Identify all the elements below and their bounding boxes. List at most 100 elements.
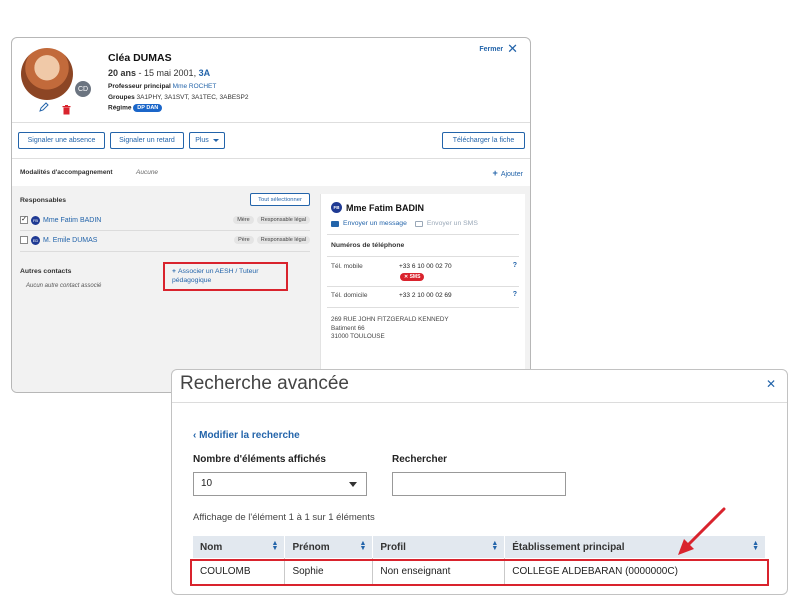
select-all-button[interactable]: Tout sélectionner xyxy=(250,193,310,206)
count-value: 10 xyxy=(201,478,213,489)
add-label: Ajouter xyxy=(500,171,523,178)
add-modalite-button[interactable]: + Ajouter xyxy=(493,168,523,178)
column-header-nom[interactable]: Nom ▲ ▼ xyxy=(193,536,286,558)
more-dropdown-button[interactable]: Plus xyxy=(189,132,225,149)
role-badge: Mère xyxy=(233,216,254,224)
modalites-label: Modalités d'accompagnement xyxy=(20,169,113,176)
responsable-name[interactable]: Mme Fatim BADIN xyxy=(43,217,230,224)
chevron-down-icon xyxy=(349,482,357,487)
envelope-icon xyxy=(331,220,339,227)
aesh-label-line1: Associer un AESH / Tuteur xyxy=(177,268,259,275)
associate-aesh-button[interactable]: + Associer un AESH / Tuteur pédagogique xyxy=(163,262,288,291)
home-label: Tél. domicile xyxy=(331,292,368,299)
row-highlight-box xyxy=(190,559,769,586)
send-message-label: Envoyer un message xyxy=(343,220,407,227)
other-contacts-empty: Aucun autre contact associé xyxy=(26,283,102,289)
results-summary: Affichage de l'élément 1 à 1 sur 1 éléme… xyxy=(193,512,375,523)
close-icon: ✕ xyxy=(507,41,518,56)
student-photo xyxy=(21,48,73,100)
modalites-value: Aucune xyxy=(136,169,159,176)
report-late-button[interactable]: Signaler un retard xyxy=(110,132,184,149)
sort-icon: ▲ ▼ xyxy=(752,540,759,552)
regime-label: Régime xyxy=(108,104,132,112)
divider xyxy=(327,307,519,308)
modal-title: Recherche avancée xyxy=(180,373,349,394)
responsable-checkbox[interactable] xyxy=(20,236,28,244)
edit-icon[interactable] xyxy=(39,102,49,112)
close-icon[interactable]: ✕ xyxy=(766,377,776,391)
address-line: 269 RUE JOHN FITZGERALD KENNEDY xyxy=(331,316,449,323)
sms-badge-label: SMS xyxy=(409,274,421,280)
send-sms-label: Envoyer un SMS xyxy=(426,220,478,227)
responsable-row[interactable]: ED M. Emile DUMAS Père Responsable légal xyxy=(20,231,310,249)
modify-search-link[interactable]: ‹ Modifier la recherche xyxy=(193,430,300,441)
responsables-title: Responsables xyxy=(20,197,67,204)
delete-icon[interactable] xyxy=(62,102,72,115)
divider xyxy=(327,256,519,257)
column-label: Établissement principal xyxy=(512,541,625,553)
aesh-label-line2: pédagogique xyxy=(172,277,212,284)
student-birth: - 15 mai 2001, xyxy=(136,68,199,78)
student-class-link[interactable]: 3A xyxy=(199,68,211,78)
regime-badge: DP DAN xyxy=(133,104,163,112)
plus-icon: + xyxy=(172,268,176,275)
download-sheet-button[interactable]: Télécharger la fiche xyxy=(442,132,525,149)
divider xyxy=(20,251,310,252)
contact-actions: Envoyer un message Envoyer un SMS xyxy=(331,220,478,227)
status-badge: Responsable légal xyxy=(256,236,310,244)
responsable-checkbox[interactable]: ✓ xyxy=(20,216,28,224)
groups-label: Groupes xyxy=(108,94,135,101)
column-label: Nom xyxy=(200,541,223,553)
student-age-line: 20 ans - 15 mai 2001, 3A xyxy=(108,68,210,78)
role-badge: Père xyxy=(234,236,254,244)
contacts-section: Responsables Tout sélectionner ✓ FB Mme … xyxy=(12,186,530,392)
student-name: Cléa DUMAS xyxy=(108,52,172,64)
sms-icon xyxy=(414,220,423,227)
divider xyxy=(12,122,530,123)
column-header-prenom[interactable]: Prénom ▲ ▼ xyxy=(284,536,374,558)
search-input[interactable] xyxy=(392,472,566,496)
other-contacts-title: Autres contacts xyxy=(20,268,72,275)
annotation-arrow-icon xyxy=(678,507,726,555)
close-card-button[interactable]: Fermer ✕ xyxy=(479,41,518,57)
avatar: FB xyxy=(31,215,40,225)
count-select[interactable]: 10 xyxy=(193,472,367,496)
groups-line: Groupes 3A1PHY, 3A1SVT, 3A1TEC, 3ABESP2 xyxy=(108,94,248,101)
sort-icon: ▲ ▼ xyxy=(359,540,367,552)
help-icon[interactable]: ? xyxy=(513,291,517,298)
prof-value[interactable]: Mme ROCHET xyxy=(173,83,217,90)
more-label: Plus xyxy=(195,137,209,144)
sort-icon: ▲ ▼ xyxy=(271,540,279,552)
advanced-search-modal: Recherche avancée ✕ ‹ Modifier la recher… xyxy=(171,369,788,595)
prof-line: Professeur principal Mme ROCHET xyxy=(108,83,216,90)
chevron-down-icon xyxy=(212,139,219,142)
avatar: ED xyxy=(31,235,40,245)
help-icon[interactable]: ? xyxy=(513,262,517,269)
report-absence-button[interactable]: Signaler une absence xyxy=(18,132,105,149)
mobile-value: +33 6 10 00 02 70 xyxy=(399,263,452,270)
plus-icon: + xyxy=(492,168,498,178)
send-sms-button[interactable]: Envoyer un SMS xyxy=(414,220,478,227)
responsable-name[interactable]: M. Emile DUMAS xyxy=(43,237,231,244)
column-label: Profil xyxy=(380,541,406,553)
divider xyxy=(12,158,530,159)
contact-detail-panel: FB Mme Fatim BADIN Envoyer un message En… xyxy=(320,194,525,392)
initials-badge: CD xyxy=(73,79,93,99)
divider xyxy=(327,234,519,235)
address: 269 RUE JOHN FITZGERALD KENNEDY Batiment… xyxy=(331,316,449,342)
phones-title: Numéros de téléphone xyxy=(331,242,405,249)
search-label: Rechercher xyxy=(392,454,448,465)
contact-name: Mme Fatim BADIN xyxy=(346,202,425,213)
mobile-label: Tél. mobile xyxy=(331,263,363,270)
prof-label: Professeur principal xyxy=(108,83,171,90)
address-line: 31000 TOULOUSE xyxy=(331,333,385,340)
count-label: Nombre d'éléments affichés xyxy=(193,454,326,465)
regime-line: Régime DP DAN xyxy=(108,104,163,112)
close-label: Fermer xyxy=(479,45,504,53)
home-value: +33 2 10 00 02 69 xyxy=(399,292,452,299)
column-header-profil[interactable]: Profil ▲ ▼ xyxy=(372,536,506,558)
send-message-button[interactable]: Envoyer un message xyxy=(331,220,407,227)
responsable-row[interactable]: ✓ FB Mme Fatim BADIN Mère Responsable lé… xyxy=(20,211,310,229)
sms-badge: ✕ SMS xyxy=(400,273,425,281)
divider xyxy=(172,402,787,403)
